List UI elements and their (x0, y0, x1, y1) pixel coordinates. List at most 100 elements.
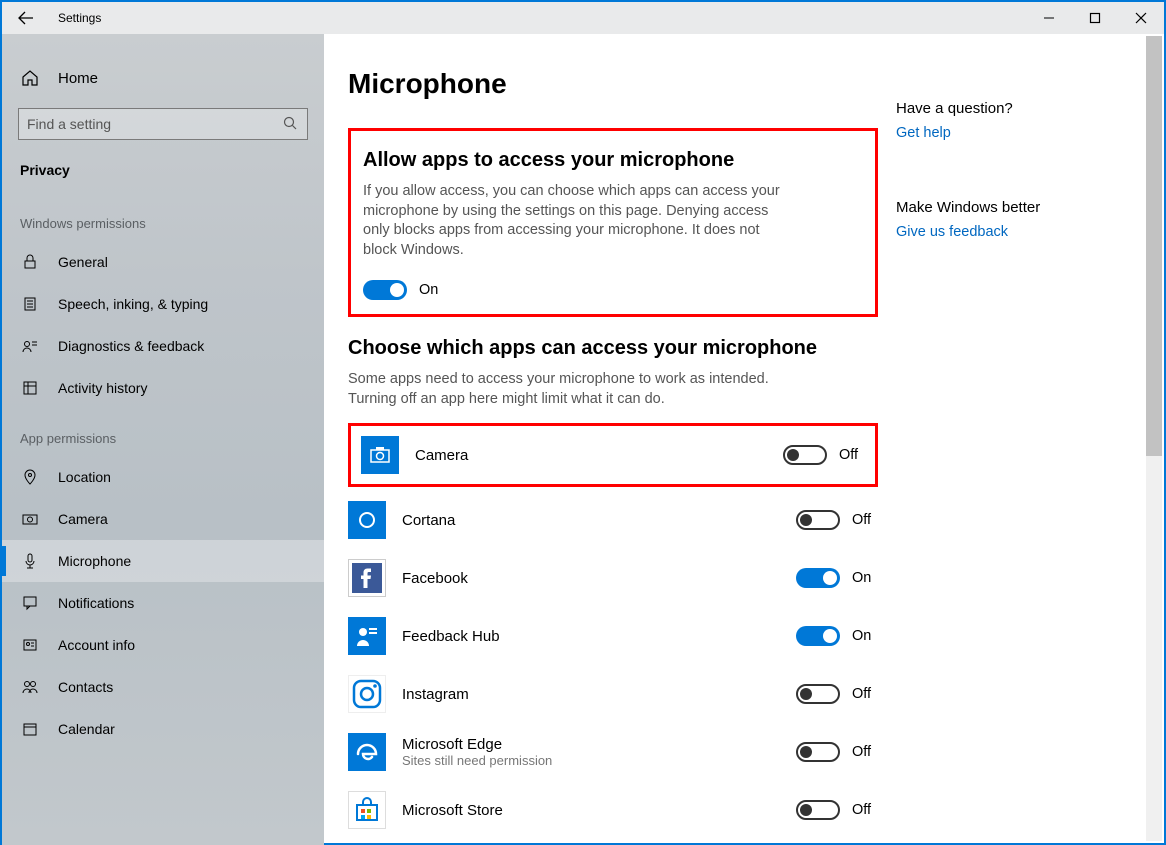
sidebar-item-speech[interactable]: Speech, inking, & typing (2, 283, 324, 325)
app-row-cortana: Cortana Off (348, 497, 878, 543)
app-row-store: Microsoft Store Off (348, 787, 878, 833)
search-box[interactable] (18, 108, 308, 140)
sidebar-item-general[interactable]: General (2, 241, 324, 283)
sidebar-item-label: Contacts (58, 679, 113, 695)
sidebar-item-label: Account info (58, 637, 135, 653)
main-content: Microphone Allow apps to access your mic… (324, 34, 1164, 845)
section1-desc: If you allow access, you can choose whic… (363, 182, 793, 260)
section1-title: Allow apps to access your microphone (363, 149, 863, 172)
help-title: Have a question? (896, 100, 1040, 117)
search-input[interactable] (27, 116, 283, 132)
sidebar-home-label: Home (58, 70, 98, 87)
sidebar-item-account-info[interactable]: Account info (2, 624, 324, 666)
sidebar-item-label: Camera (58, 511, 108, 527)
app-row-feedback-hub: Feedback Hub On (348, 613, 878, 659)
arrow-left-icon (18, 10, 34, 26)
get-help-link[interactable]: Get help (896, 125, 1040, 141)
app-icon-instagram (348, 675, 386, 713)
sidebar-item-calendar[interactable]: Calendar (2, 708, 324, 750)
content-area: Home Privacy Windows permissions General… (2, 34, 1164, 845)
app-name: Microsoft Edge (402, 736, 796, 753)
app-toggle-camera[interactable] (783, 445, 827, 465)
master-toggle-row: On (363, 280, 863, 300)
sidebar-home[interactable]: Home (2, 58, 324, 98)
search-icon (283, 116, 299, 132)
app-list: Camera Off Cortana Off Facebook On Fe (348, 423, 878, 833)
home-icon (20, 68, 40, 88)
app-toggle-state: On (852, 570, 878, 586)
window-controls (1026, 2, 1164, 34)
app-toggle-feedback-hub[interactable] (796, 626, 840, 646)
group-header-app-permissions: App permissions (2, 409, 324, 456)
app-toggle-facebook[interactable] (796, 568, 840, 588)
sidebar-item-label: Activity history (58, 380, 147, 396)
microphone-icon (20, 551, 40, 571)
app-icon-edge (348, 733, 386, 771)
right-column: Have a question? Get help Make Windows b… (896, 68, 1040, 845)
close-button[interactable] (1118, 2, 1164, 34)
app-toggle-state: Off (852, 802, 878, 818)
app-name: Instagram (402, 686, 796, 703)
location-icon (20, 467, 40, 487)
feedback-icon (20, 336, 40, 356)
sidebar-item-label: Speech, inking, & typing (58, 296, 208, 312)
app-icon-store (348, 791, 386, 829)
sidebar-item-diagnostics[interactable]: Diagnostics & feedback (2, 325, 324, 367)
master-toggle-label: On (419, 282, 438, 298)
app-toggle-state: Off (852, 512, 878, 528)
titlebar: Settings (2, 2, 1164, 34)
app-name: Cortana (402, 512, 796, 529)
app-toggle-instagram[interactable] (796, 684, 840, 704)
app-name: Camera (415, 447, 783, 464)
sidebar-item-label: General (58, 254, 108, 270)
camera-icon (20, 509, 40, 529)
sidebar-item-camera[interactable]: Camera (2, 498, 324, 540)
app-name: Feedback Hub (402, 628, 796, 645)
app-row-edge: Microsoft Edge Sites still need permissi… (348, 729, 878, 775)
app-toggle-state: On (852, 628, 878, 644)
calendar-icon (20, 719, 40, 739)
minimize-button[interactable] (1026, 2, 1072, 34)
master-toggle[interactable] (363, 280, 407, 300)
app-toggle-state: Off (852, 744, 878, 760)
sidebar-item-activity[interactable]: Activity history (2, 367, 324, 409)
app-row-facebook: Facebook On (348, 555, 878, 601)
scrollbar-thumb[interactable] (1146, 36, 1162, 456)
notifications-icon (20, 593, 40, 613)
app-toggle-store[interactable] (796, 800, 840, 820)
app-icon-facebook (348, 559, 386, 597)
app-row-camera: Camera Off (361, 432, 865, 478)
sidebar-item-label: Notifications (58, 595, 134, 611)
section2-title: Choose which apps can access your microp… (348, 337, 878, 360)
app-icon-feedback-hub (348, 617, 386, 655)
app-toggle-cortana[interactable] (796, 510, 840, 530)
app-name: Facebook (402, 570, 796, 587)
maximize-button[interactable] (1072, 2, 1118, 34)
back-button[interactable] (2, 2, 50, 34)
page-title: Microphone (348, 68, 878, 100)
sidebar-item-notifications[interactable]: Notifications (2, 582, 324, 624)
sidebar-category: Privacy (2, 154, 324, 194)
lock-icon (20, 252, 40, 272)
minimize-icon (1043, 12, 1055, 24)
sidebar-item-location[interactable]: Location (2, 456, 324, 498)
maximize-icon (1089, 12, 1101, 24)
highlight-box-master: Allow apps to access your microphone If … (348, 128, 878, 317)
app-sub: Sites still need permission (402, 753, 796, 768)
app-toggle-state: Off (852, 686, 878, 702)
app-toggle-edge[interactable] (796, 742, 840, 762)
sidebar-item-contacts[interactable]: Contacts (2, 666, 324, 708)
window-title: Settings (58, 11, 101, 25)
sidebar-item-microphone[interactable]: Microphone (2, 540, 324, 582)
account-icon (20, 635, 40, 655)
history-icon (20, 378, 40, 398)
highlight-box-camera: Camera Off (348, 423, 878, 487)
group-header-windows-permissions: Windows permissions (2, 194, 324, 241)
sidebar-item-label: Microphone (58, 553, 131, 569)
app-toggle-state: Off (839, 447, 865, 463)
feedback-link[interactable]: Give us feedback (896, 224, 1040, 240)
clipboard-icon (20, 294, 40, 314)
sidebar: Home Privacy Windows permissions General… (2, 34, 324, 845)
section2-desc: Some apps need to access your microphone… (348, 370, 778, 409)
app-name: Microsoft Store (402, 802, 796, 819)
